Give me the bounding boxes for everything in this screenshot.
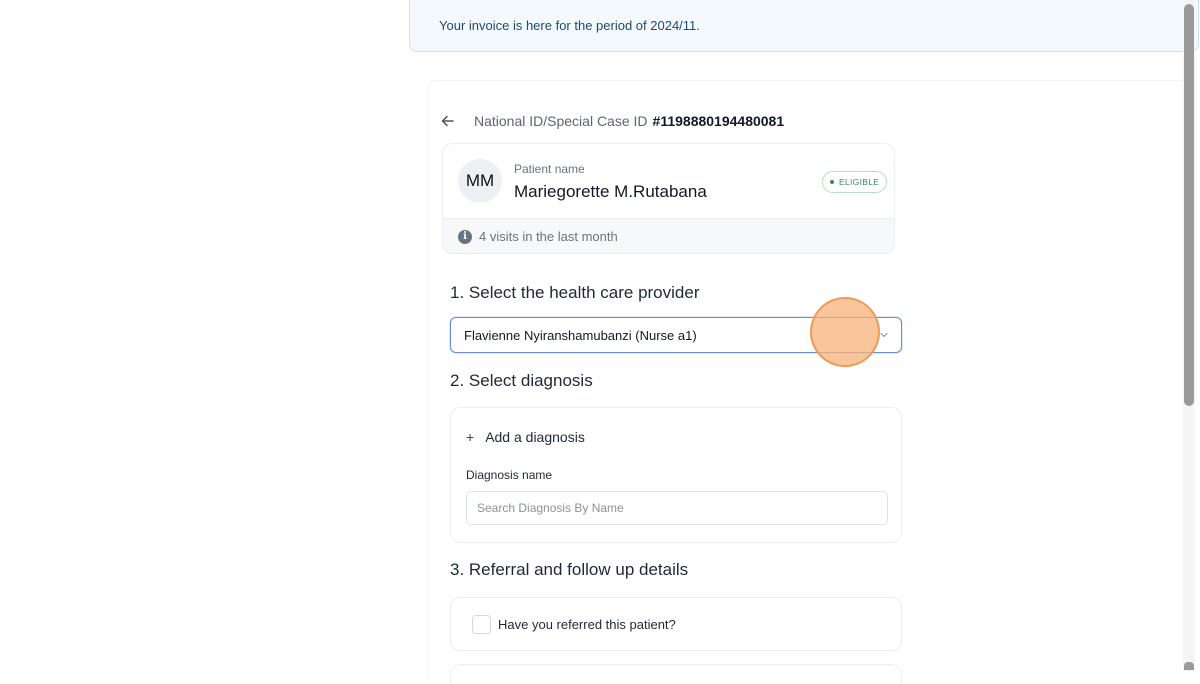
visits-text: 4 visits in the last month — [479, 229, 618, 244]
id-label: National ID/Special Case ID — [474, 113, 648, 129]
avatar: MM — [458, 159, 502, 203]
info-icon: i — [458, 229, 472, 244]
patient-name: Mariegorette M.Rutabana — [514, 182, 707, 201]
invoice-banner-text: Your invoice is here for the period of 2… — [439, 18, 700, 33]
referral-section-title: 3. Referral and follow up details — [450, 560, 689, 579]
chevron-down-icon[interactable] — [878, 329, 890, 341]
status-badge-text: ELIGIBLE — [839, 177, 880, 187]
diagnosis-section-title: 2. Select diagnosis — [450, 371, 593, 390]
status-badge: ELIGIBLE — [822, 171, 888, 193]
patient-card: MM Patient name Mariegorette M.Rutabana … — [442, 143, 895, 254]
plus-icon: + — [466, 429, 475, 445]
add-diagnosis-button[interactable]: + Add a diagnosis — [466, 429, 585, 445]
provider-select[interactable]: Flavienne Nyiranshamubanzi (Nurse a1) — [450, 317, 902, 353]
referral-question: Have you referred this patient? — [498, 617, 676, 632]
diagnosis-box: + Add a diagnosis Diagnosis name — [450, 407, 902, 543]
provider-select-value: Flavienne Nyiranshamubanzi (Nurse a1) — [464, 327, 697, 343]
arrow-left-icon[interactable] — [441, 113, 457, 129]
invoice-banner: Your invoice is here for the period of 2… — [409, 0, 1199, 52]
next-section-box — [450, 664, 902, 684]
patient-card-header: MM Patient name Mariegorette M.Rutabana … — [443, 144, 894, 219]
referral-box: Have you referred this patient? — [450, 597, 902, 651]
patient-name-label: Patient name — [514, 162, 585, 176]
referral-checkbox[interactable] — [472, 615, 491, 634]
add-diagnosis-label: Add a diagnosis — [485, 429, 585, 445]
status-dot-icon — [830, 180, 834, 184]
visits-info: i 4 visits in the last month — [458, 229, 618, 244]
id-value: #1198880194480081 — [652, 113, 785, 129]
scrollbar-down-arrow[interactable] — [1184, 662, 1194, 670]
provider-section-title: 1. Select the health care provider — [450, 283, 700, 302]
scrollbar-thumb[interactable] — [1184, 4, 1194, 406]
patient-id-row: National ID/Special Case ID #11988801944… — [441, 110, 784, 132]
diagnosis-search-input[interactable] — [466, 491, 888, 525]
diagnosis-name-label: Diagnosis name — [466, 468, 553, 482]
